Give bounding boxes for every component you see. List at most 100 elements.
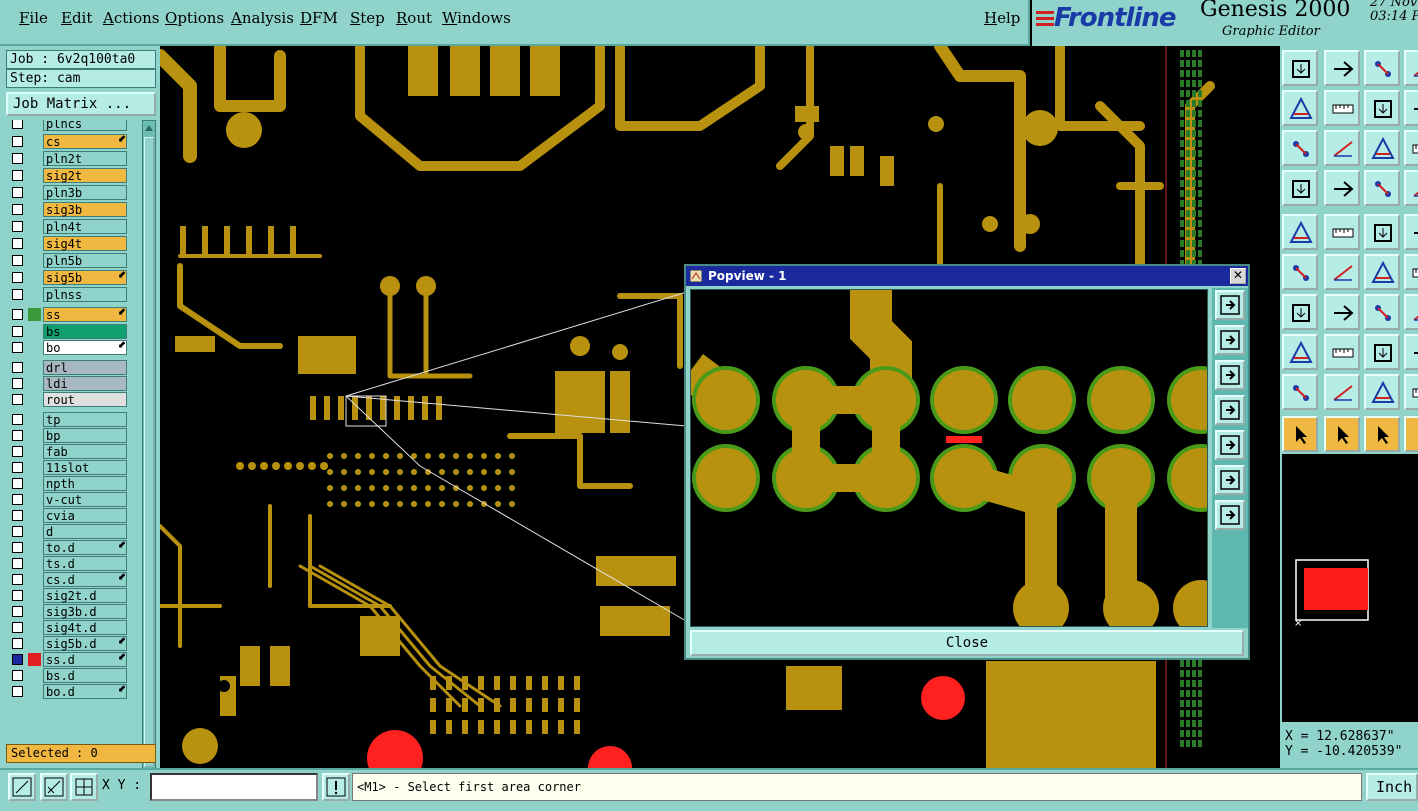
layer-checkbox[interactable] xyxy=(12,638,23,649)
tool-button-angle[interactable] xyxy=(1282,294,1318,330)
layer-row[interactable]: pln5b xyxy=(8,253,130,268)
units-button[interactable]: Inch xyxy=(1366,773,1418,801)
layer-checkbox[interactable] xyxy=(12,654,23,665)
menu-help[interactable]: Help xyxy=(984,9,1020,27)
layer-name[interactable]: sig5b xyxy=(43,270,127,285)
layer-row[interactable]: bs.d xyxy=(8,668,130,683)
popview-tool-page-up[interactable] xyxy=(1215,325,1245,355)
scroll-up-icon[interactable] xyxy=(145,123,153,131)
layer-list-scrollbar[interactable] xyxy=(142,120,156,786)
layer-checkbox[interactable] xyxy=(12,136,23,147)
menu-file[interactable]: File xyxy=(19,9,48,27)
layer-row[interactable]: pln4t xyxy=(8,219,130,234)
layer-display-color[interactable] xyxy=(28,308,41,321)
overview-map[interactable]: × xyxy=(1282,454,1418,722)
tool-button-undo-view[interactable] xyxy=(1364,90,1400,126)
layer-row[interactable]: npth xyxy=(8,476,130,491)
layer-name[interactable]: pln2t xyxy=(43,151,127,166)
layer-checkbox[interactable] xyxy=(12,120,23,129)
layer-row[interactable]: bp xyxy=(8,428,130,443)
layer-checkbox[interactable] xyxy=(12,686,23,697)
layer-name[interactable]: plnss xyxy=(43,287,127,302)
tool-button-connect[interactable] xyxy=(1282,254,1318,290)
layer-name[interactable]: pln4t xyxy=(43,219,127,234)
tool-button-line-point[interactable] xyxy=(1364,254,1400,290)
job-matrix-button[interactable]: Job Matrix ... xyxy=(6,92,156,116)
tool-button-pan-right[interactable] xyxy=(1324,90,1360,126)
layer-name[interactable]: sig3b xyxy=(43,202,127,217)
layer-name[interactable]: bo xyxy=(43,340,127,355)
popview-close-button[interactable]: Close xyxy=(690,630,1244,656)
tool-button-cross[interactable] xyxy=(1324,254,1360,290)
tool-button-probe[interactable] xyxy=(1324,170,1360,206)
tool-button-trapezoid[interactable] xyxy=(1364,374,1400,410)
layer-checkbox[interactable] xyxy=(12,187,23,198)
layer-row[interactable]: sig5b ⬋ xyxy=(8,270,130,285)
layer-checkbox[interactable] xyxy=(12,542,23,553)
layer-name[interactable]: sig2t.d xyxy=(43,588,127,603)
layer-name[interactable]: ts.d xyxy=(43,556,127,571)
layer-name[interactable]: rout xyxy=(43,392,127,407)
layer-display-color[interactable] xyxy=(28,653,41,666)
layer-name[interactable]: npth xyxy=(43,476,127,491)
layer-name[interactable]: v-cut xyxy=(43,492,127,507)
layer-checkbox[interactable] xyxy=(12,255,23,266)
menu-actions[interactable]: Actions xyxy=(103,9,159,27)
layer-checkbox[interactable] xyxy=(12,526,23,537)
layer-checkbox[interactable] xyxy=(12,494,23,505)
layer-row[interactable]: pln2t xyxy=(8,151,130,166)
layer-name[interactable]: fab xyxy=(43,444,127,459)
layer-checkbox[interactable] xyxy=(12,590,23,601)
layer-checkbox[interactable] xyxy=(12,574,23,585)
layer-name[interactable]: sig4t.d xyxy=(43,620,127,635)
layer-checkbox[interactable] xyxy=(12,153,23,164)
popview-tool-pan-left[interactable] xyxy=(1215,395,1245,425)
layer-name[interactable]: tp xyxy=(43,412,127,427)
layer-row[interactable]: sig4t.d xyxy=(8,620,130,635)
layer-checkbox[interactable] xyxy=(12,378,23,389)
tool-button-zoom-fit[interactable] xyxy=(1324,130,1360,166)
layer-checkbox[interactable] xyxy=(12,622,23,633)
layer-row[interactable]: sig4t xyxy=(8,236,130,251)
grid-button[interactable] xyxy=(70,773,98,801)
popview-tool-zoom-in[interactable] xyxy=(1215,290,1245,320)
layer-row[interactable]: to.d ⬋ xyxy=(8,540,130,555)
tool-button-pointer[interactable] xyxy=(1282,416,1318,452)
layer-name[interactable]: sig4t xyxy=(43,236,127,251)
layer-name[interactable]: ldi xyxy=(43,376,127,391)
layer-name[interactable]: plncs xyxy=(43,120,127,131)
layer-name[interactable]: ss xyxy=(43,307,127,322)
layer-checkbox[interactable] xyxy=(12,446,23,457)
menu-windows[interactable]: Windows xyxy=(442,9,511,27)
layer-checkbox[interactable] xyxy=(12,558,23,569)
layer-checkbox[interactable] xyxy=(12,272,23,283)
layer-name[interactable]: cs xyxy=(43,134,127,149)
layer-name[interactable]: bs.d xyxy=(43,668,127,683)
layer-row[interactable]: fab xyxy=(8,444,130,459)
layer-checkbox[interactable] xyxy=(12,204,23,215)
layer-row[interactable]: ldi xyxy=(8,376,130,391)
layer-checkbox[interactable] xyxy=(12,394,23,405)
popview-tool-pan-right[interactable] xyxy=(1215,430,1245,460)
tool-button-arrow[interactable] xyxy=(1404,254,1418,290)
layer-row[interactable]: bo.d ⬋ xyxy=(8,684,130,699)
popview-title-bar[interactable]: Popview - 1 ✕ xyxy=(686,266,1248,286)
layer-name[interactable]: sig3b.d xyxy=(43,604,127,619)
menu-analysis[interactable]: Analysis xyxy=(231,9,294,27)
popview-tool-page-down[interactable] xyxy=(1215,360,1245,390)
layer-name[interactable]: sig2t xyxy=(43,168,127,183)
layer-row[interactable]: v-cut xyxy=(8,492,130,507)
tool-button-ruler[interactable] xyxy=(1364,214,1400,250)
popview-tool-fit[interactable] xyxy=(1215,465,1245,495)
tool-button-pointer-area[interactable] xyxy=(1364,416,1400,452)
layer-name[interactable]: bo.d xyxy=(43,684,127,699)
tool-button-dimension[interactable] xyxy=(1364,334,1400,370)
menu-rout[interactable]: Rout xyxy=(396,9,432,27)
layer-row[interactable]: sig3b.d xyxy=(8,604,130,619)
layer-name[interactable]: pln5b xyxy=(43,253,127,268)
layer-checkbox[interactable] xyxy=(12,170,23,181)
layer-checkbox[interactable] xyxy=(12,606,23,617)
layer-row[interactable]: drl xyxy=(8,360,130,375)
layer-name[interactable]: cs.d xyxy=(43,572,127,587)
layer-row[interactable]: sig3b xyxy=(8,202,130,217)
